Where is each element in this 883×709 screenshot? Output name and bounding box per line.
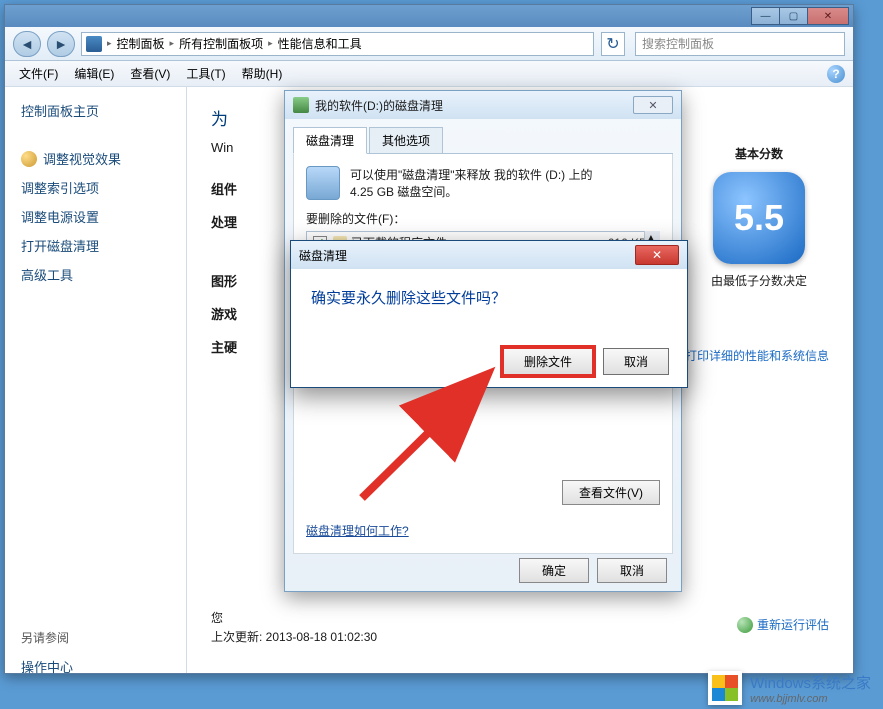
watermark-logo-icon bbox=[708, 671, 742, 705]
sidebar-item-label: 调整电源设置 bbox=[21, 207, 99, 226]
confirm-titlebar: 磁盘清理 ✕ bbox=[291, 241, 687, 269]
confirm-message: 确实要永久删除这些文件吗？ bbox=[291, 269, 687, 326]
confirm-cancel-button[interactable]: 取消 bbox=[603, 348, 669, 375]
score-value: 5.5 bbox=[713, 172, 805, 264]
tab-other-options[interactable]: 其他选项 bbox=[369, 127, 443, 154]
refresh-button[interactable]: ↻ bbox=[601, 32, 625, 56]
files-to-delete-label: 要删除的文件(F)： bbox=[306, 210, 660, 227]
cleanup-info-text: 可以使用"磁盘清理"来释放 我的软件 (D:) 上的 4.25 GB 磁盘空间。 bbox=[350, 166, 593, 200]
sidebar-item-label: 操作中心 bbox=[21, 657, 73, 676]
view-files-button[interactable]: 查看文件(V) bbox=[562, 480, 660, 505]
cancel-button[interactable]: 取消 bbox=[597, 558, 667, 583]
how-cleanup-works-link[interactable]: 磁盘清理如何工作? bbox=[306, 522, 409, 539]
address-bar[interactable]: ▸ 控制面板 ▸ 所有控制面板项 ▸ 性能信息和工具 bbox=[81, 32, 594, 56]
score-desc: 由最低子分数决定 bbox=[689, 272, 829, 289]
menu-edit[interactable]: 编辑(E) bbox=[66, 62, 122, 85]
print-link-label: 打印详细的性能和系统信息 bbox=[685, 347, 829, 364]
sidebar-title-link[interactable]: 控制面板主页 bbox=[21, 101, 99, 120]
close-button[interactable]: ✕ bbox=[807, 7, 849, 25]
ok-button[interactable]: 确定 bbox=[519, 558, 589, 583]
window-titlebar: — ▢ ✕ bbox=[5, 5, 853, 27]
nav-forward-button[interactable]: ► bbox=[47, 31, 75, 57]
dialog-titlebar: 我的软件(D:)的磁盘清理 ✕ bbox=[285, 91, 681, 119]
dialog-title: 我的软件(D:)的磁盘清理 bbox=[315, 97, 443, 114]
nav-back-button[interactable]: ◄ bbox=[13, 31, 41, 57]
delete-files-button[interactable]: 删除文件 bbox=[503, 348, 593, 375]
base-score-label: 基本分数 bbox=[689, 145, 829, 162]
search-box[interactable] bbox=[635, 32, 845, 56]
print-details-link[interactable]: 打印详细的性能和系统信息 bbox=[665, 347, 829, 364]
breadcrumb[interactable]: 性能信息和工具 bbox=[274, 35, 366, 52]
sidebar-item-advanced-tools[interactable]: 高级工具 bbox=[21, 260, 186, 289]
tab-cleanup[interactable]: 磁盘清理 bbox=[293, 127, 367, 154]
sidebar-item-visual-effects[interactable]: 调整视觉效果 bbox=[21, 144, 186, 173]
tab-strip: 磁盘清理 其他选项 bbox=[293, 127, 673, 154]
menu-bar: 文件(F) 编辑(E) 查看(V) 工具(T) 帮助(H) ? bbox=[5, 61, 853, 87]
sidebar-item-label: 调整索引选项 bbox=[21, 178, 99, 197]
sidebar-item-indexing[interactable]: 调整索引选项 bbox=[21, 173, 186, 202]
sidebar-item-disk-cleanup[interactable]: 打开磁盘清理 bbox=[21, 231, 186, 260]
menu-view[interactable]: 查看(V) bbox=[122, 62, 178, 85]
shield-icon bbox=[21, 151, 37, 167]
dialog-close-button[interactable]: ✕ bbox=[633, 96, 673, 114]
breadcrumb[interactable]: 控制面板 bbox=[113, 35, 169, 52]
confirm-delete-dialog: 磁盘清理 ✕ 确实要永久删除这些文件吗？ 删除文件 取消 bbox=[290, 240, 688, 388]
last-update: 上次更新: 2013-08-18 01:02:30 bbox=[211, 628, 829, 645]
confirm-close-button[interactable]: ✕ bbox=[635, 245, 679, 265]
sidebar-item-action-center[interactable]: 操作中心 bbox=[21, 652, 186, 681]
address-icon bbox=[86, 36, 102, 52]
score-panel: 基本分数 5.5 由最低子分数决定 bbox=[689, 145, 829, 289]
drive-icon bbox=[306, 166, 340, 200]
watermark-brand: Windows系统之家 bbox=[750, 672, 871, 693]
breadcrumb[interactable]: 所有控制面板项 bbox=[175, 35, 267, 52]
nav-toolbar: ◄ ► ▸ 控制面板 ▸ 所有控制面板项 ▸ 性能信息和工具 ↻ bbox=[5, 27, 853, 61]
menu-file[interactable]: 文件(F) bbox=[11, 62, 66, 85]
sidebar-item-power[interactable]: 调整电源设置 bbox=[21, 202, 186, 231]
watermark-url: www.bjjmlv.com bbox=[750, 693, 871, 705]
search-input[interactable] bbox=[642, 37, 838, 51]
sidebar: 控制面板主页 调整视觉效果 调整索引选项 调整电源设置 打开磁盘清理 高级工具 … bbox=[5, 87, 187, 673]
confirm-title: 磁盘清理 bbox=[299, 247, 635, 264]
help-icon[interactable]: ? bbox=[827, 65, 845, 83]
menu-tools[interactable]: 工具(T) bbox=[178, 62, 233, 85]
minimize-button[interactable]: — bbox=[751, 7, 779, 25]
tips-label: 您 bbox=[211, 609, 829, 626]
sidebar-item-label: 打开磁盘清理 bbox=[21, 236, 99, 255]
disk-cleanup-icon bbox=[293, 97, 309, 113]
menu-help[interactable]: 帮助(H) bbox=[234, 62, 291, 85]
sidebar-item-label: 高级工具 bbox=[21, 265, 73, 284]
watermark: Windows系统之家 www.bjjmlv.com bbox=[708, 671, 871, 705]
maximize-button[interactable]: ▢ bbox=[779, 7, 807, 25]
seealso-label: 另请参阅 bbox=[21, 629, 186, 646]
sidebar-item-label: 调整视觉效果 bbox=[43, 149, 121, 168]
